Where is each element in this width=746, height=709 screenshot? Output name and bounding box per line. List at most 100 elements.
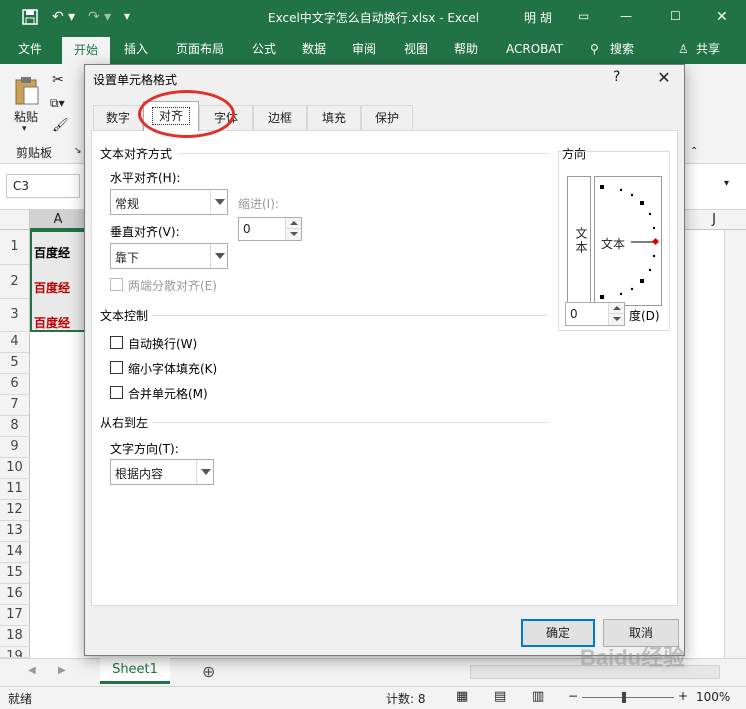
help-button[interactable]: ? (613, 69, 620, 85)
tab-data[interactable]: 数据 (302, 34, 326, 64)
vertical-align-label: 垂直对齐(V): (110, 225, 180, 239)
paste-dropdown-icon[interactable]: ▾ (22, 124, 27, 134)
horizontal-align-select[interactable]: 常规 (110, 189, 228, 215)
tab-protection[interactable]: 保护 (361, 105, 413, 130)
cell-a3[interactable]: 百度经 (34, 314, 70, 331)
row-header[interactable]: 17 (0, 605, 30, 626)
row-header[interactable]: 18 (0, 626, 30, 647)
degrees-spinner[interactable]: 0 (565, 302, 625, 326)
vertical-align-select[interactable]: 靠下 (110, 243, 228, 269)
tab-help[interactable]: 帮助 (454, 34, 478, 64)
customize-toolbar-icon[interactable]: ▾ (124, 9, 130, 23)
window-close-icon[interactable]: ✕ (716, 9, 728, 25)
paste-label[interactable]: 粘贴 (14, 108, 38, 125)
spin-down-icon[interactable] (285, 229, 301, 240)
row-header[interactable]: 2 (0, 265, 30, 299)
vertical-scrollbar[interactable] (724, 230, 746, 658)
clipboard-launcher-icon[interactable]: ↘ (74, 146, 82, 156)
ribbon-display-icon[interactable]: ▭ (578, 9, 589, 23)
tab-fill[interactable]: 填充 (307, 105, 361, 130)
tab-border[interactable]: 边框 (253, 105, 307, 130)
row-header[interactable]: 10 (0, 458, 30, 479)
merge-cells-checkbox[interactable] (110, 386, 123, 399)
copy-icon[interactable]: ⧉▾ (50, 96, 65, 111)
normal-view-icon[interactable]: ▦ (456, 689, 468, 704)
text-direction-select[interactable]: 根据内容 (110, 459, 214, 485)
search-icon[interactable]: ⚲ (590, 34, 599, 64)
share-button[interactable]: 共享 (696, 34, 720, 64)
tab-page-layout[interactable]: 页面布局 (176, 34, 224, 64)
merge-cells-label[interactable]: 合并单元格(M) (128, 385, 208, 402)
distributed-checkbox[interactable] (110, 278, 123, 291)
page-layout-view-icon[interactable]: ▤ (494, 689, 506, 704)
scroll-right-icon[interactable]: ▶ (58, 665, 66, 676)
tab-view[interactable]: 视图 (404, 34, 428, 64)
tab-formulas[interactable]: 公式 (252, 34, 276, 64)
name-box[interactable]: C3 (6, 174, 80, 198)
tab-home[interactable]: 开始 (62, 37, 110, 64)
row-header[interactable]: 6 (0, 374, 30, 395)
row-header[interactable]: 16 (0, 584, 30, 605)
vertical-text-toggle[interactable]: 文本 (567, 176, 591, 306)
row-header[interactable]: 4 (0, 332, 30, 353)
sheet-tab-sheet1[interactable]: Sheet1 (100, 658, 170, 684)
tab-search[interactable]: 搜索 (610, 34, 634, 64)
zoom-slider[interactable] (582, 697, 674, 698)
row-header[interactable]: 14 (0, 542, 30, 563)
cell-a2[interactable]: 百度经 (34, 279, 70, 296)
row-header[interactable]: 5 (0, 353, 30, 374)
row-header[interactable]: 19 (0, 647, 30, 658)
indent-spinner[interactable]: 0 (238, 217, 302, 241)
shrink-to-fit-checkbox[interactable] (110, 361, 123, 374)
minimize-icon[interactable]: — (620, 9, 632, 23)
redo-icon[interactable]: ↷ ▾ (88, 9, 111, 25)
zoom-in-icon[interactable]: + (678, 689, 688, 703)
wrap-text-label[interactable]: 自动换行(W) (128, 335, 197, 352)
row-header[interactable]: 1 (0, 230, 30, 265)
tab-alignment[interactable]: 对齐 (143, 101, 199, 131)
save-icon[interactable] (22, 9, 38, 28)
tab-file[interactable]: 文件 (18, 34, 42, 64)
share-icon[interactable]: ♙ (678, 34, 689, 64)
tab-review[interactable]: 审阅 (352, 34, 376, 64)
close-icon[interactable]: ✕ (651, 67, 677, 89)
tab-insert[interactable]: 插入 (124, 34, 148, 64)
collapse-ribbon-icon[interactable]: ⌃ (690, 146, 698, 157)
row-header[interactable]: 15 (0, 563, 30, 584)
spin-up-icon[interactable] (285, 218, 301, 229)
row-header[interactable]: 8 (0, 416, 30, 437)
zoom-out-icon[interactable]: − (568, 689, 578, 703)
dial-handle[interactable] (651, 237, 660, 246)
tab-font[interactable]: 字体 (199, 105, 253, 130)
spin-up-icon[interactable] (608, 303, 624, 314)
zoom-level[interactable]: 100% (696, 690, 730, 704)
wrap-text-checkbox[interactable] (110, 336, 123, 349)
cut-icon[interactable]: ✂ (52, 72, 64, 88)
row-header[interactable]: 11 (0, 479, 30, 500)
tab-number[interactable]: 数字 (93, 105, 143, 130)
row-header[interactable]: 9 (0, 437, 30, 458)
row-header[interactable]: 12 (0, 500, 30, 521)
row-header[interactable]: 7 (0, 395, 30, 416)
zoom-slider-thumb[interactable] (622, 692, 626, 703)
row-header[interactable]: 3 (0, 299, 30, 332)
ribbon-tabs: 文件 开始 插入 页面布局 公式 数据 审阅 视图 帮助 ACROBAT ⚲ 搜… (0, 34, 746, 64)
expand-formula-icon[interactable]: ▾ (724, 178, 729, 189)
orientation-dial[interactable]: 文本 (594, 176, 662, 306)
add-sheet-icon[interactable]: ⊕ (202, 662, 215, 681)
user-name[interactable]: 明 胡 (524, 9, 552, 26)
paste-icon[interactable] (14, 76, 40, 109)
undo-icon[interactable]: ↶ ▾ (52, 9, 75, 25)
select-all-corner[interactable] (0, 210, 30, 230)
format-painter-icon[interactable]: 🖌 (52, 118, 69, 133)
cell-a1[interactable]: 百度经 (34, 244, 70, 261)
tab-acrobat[interactable]: ACROBAT (506, 34, 563, 64)
spin-down-icon[interactable] (608, 314, 624, 325)
column-header-j[interactable]: J (704, 210, 724, 230)
shrink-to-fit-label[interactable]: 缩小字体填充(K) (128, 360, 217, 377)
column-header-a[interactable]: A (30, 210, 86, 230)
scroll-left-icon[interactable]: ◀ (28, 665, 36, 676)
maximize-icon[interactable]: ☐ (670, 9, 681, 23)
row-header[interactable]: 13 (0, 521, 30, 542)
page-break-view-icon[interactable]: ▥ (532, 689, 544, 704)
